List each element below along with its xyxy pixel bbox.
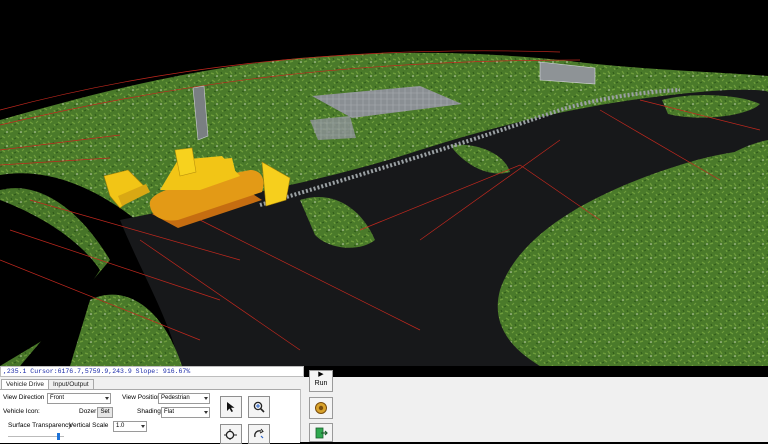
tab-input-output[interactable]: Input/Output: [47, 379, 94, 389]
3d-viewport[interactable]: [0, 0, 768, 366]
pan-zoom-icon: [224, 429, 237, 440]
chevron-down-icon: [204, 411, 208, 414]
shading-label: Shading: [137, 408, 161, 415]
terrain-scene[interactable]: [0, 0, 768, 366]
zoom-tool-button[interactable]: [248, 396, 270, 418]
view-direction-value: Front: [50, 395, 65, 401]
zoom-icon: [253, 401, 265, 413]
vertical-scale-value: 1.0: [116, 423, 125, 429]
set-vehicle-icon-button[interactable]: Set: [97, 407, 113, 418]
view-position-label: View Position: [122, 394, 161, 401]
pan-zoom-tool-button[interactable]: [220, 424, 242, 444]
shading-value: Flat: [164, 409, 175, 415]
panel-divider: [300, 389, 301, 442]
status-bar: ,235.1 Cursor:6176.7,5759.9,243.9 Slope:…: [0, 366, 304, 377]
exit-icon: [315, 427, 328, 438]
pointer-tool-button[interactable]: [220, 396, 242, 418]
pointer-arrow-icon: [227, 402, 235, 412]
rotate-tool-button[interactable]: [248, 424, 270, 444]
exit-button[interactable]: [309, 423, 333, 442]
surface-transparency-track[interactable]: [8, 436, 64, 437]
vertical-scale-label: Vertical Scale: [69, 422, 109, 429]
paved-pad: [310, 116, 356, 140]
vehicle-drive-page: View Direction Front View Position Pedes…: [0, 389, 300, 444]
run-label: Run: [314, 380, 328, 387]
vehicle-icon-label: Vehicle Icon:: [3, 408, 40, 415]
chevron-down-icon: [141, 425, 145, 428]
view-position-value: Pedestrian: [161, 395, 190, 401]
tab-strip: Vehicle Drive Input/Output: [1, 379, 94, 389]
view-position-select[interactable]: Pedestrian: [158, 393, 210, 404]
chevron-down-icon: [105, 397, 109, 400]
vehicle-icon-name: Dozer: [79, 408, 97, 415]
settings-button[interactable]: [309, 397, 333, 419]
tab-vehicle-drive[interactable]: Vehicle Drive: [1, 379, 49, 389]
play-icon: ▶: [318, 371, 324, 378]
run-button[interactable]: ▶ Run: [309, 370, 333, 392]
chevron-down-icon: [204, 397, 208, 400]
control-panel: Vehicle Drive Input/Output View Directio…: [0, 377, 768, 444]
surface-transparency-label: Surface Transparency: [8, 422, 72, 429]
surface-transparency-slider[interactable]: [56, 433, 60, 440]
view-direction-label: View Direction: [3, 394, 45, 401]
vertical-scale-select[interactable]: 1.0: [113, 421, 147, 432]
settings-icon: [315, 402, 327, 414]
rotate-icon: [254, 428, 264, 439]
view-direction-select[interactable]: Front: [47, 393, 111, 404]
shading-select[interactable]: Flat: [161, 407, 210, 418]
